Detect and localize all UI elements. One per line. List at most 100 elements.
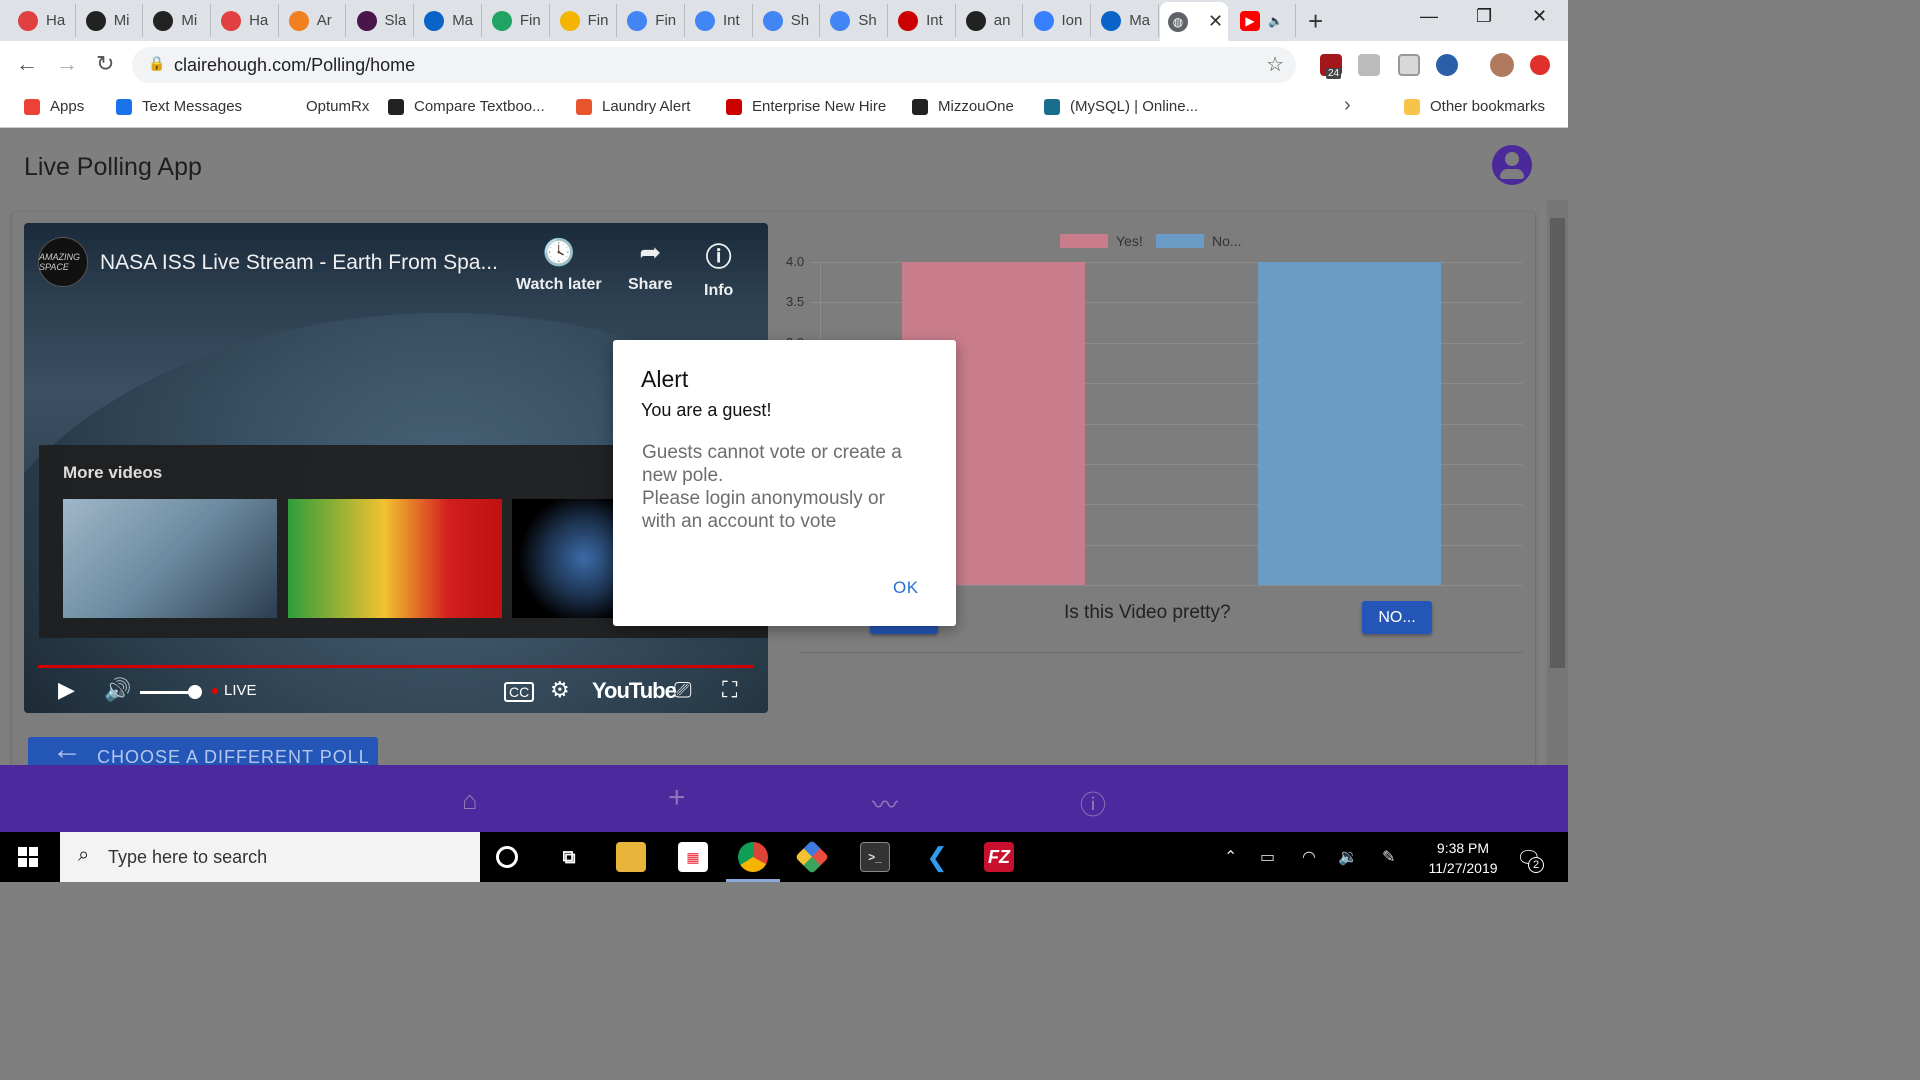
speaker-icon[interactable]: 🔉 <box>1338 847 1358 867</box>
tab-label: Sh <box>790 12 810 29</box>
update-icon[interactable] <box>1530 55 1550 75</box>
taskbar-search[interactable]: ⌕ Type here to search <box>60 832 480 882</box>
url-text[interactable]: clairehough.com/Polling/home <box>174 55 415 76</box>
video-thumbnail[interactable] <box>63 499 277 618</box>
windows-start-icon[interactable] <box>18 847 38 867</box>
browser-tab[interactable]: Sh <box>755 4 821 37</box>
home-icon[interactable]: ⌂ <box>462 785 478 816</box>
chevron-right-icon[interactable]: › <box>1344 94 1351 117</box>
bookmark-item[interactable]: Laundry Alert <box>576 98 690 115</box>
browser-tab[interactable]: Ma <box>416 4 482 37</box>
tab-youtube[interactable]: ▶ 🔈 <box>1232 4 1296 37</box>
back-icon[interactable]: ← <box>16 51 38 77</box>
add-icon[interactable]: + <box>668 781 686 815</box>
chevron-up-icon[interactable]: ⌃ <box>1224 847 1237 867</box>
browser-tab[interactable]: Ha <box>213 4 279 37</box>
browser-tab[interactable]: Fin <box>484 4 550 37</box>
bookmark-star-icon[interactable]: ☆ <box>1266 52 1284 77</box>
legend-item-no[interactable]: No... <box>1156 233 1242 249</box>
extension-puzzle-icon[interactable] <box>1358 54 1380 76</box>
file-explorer-icon[interactable] <box>616 842 646 872</box>
browser-tab[interactable]: Ha <box>10 4 76 37</box>
volume-icon[interactable]: 🔊 <box>104 677 131 703</box>
address-bar[interactable]: 🔒 clairehough.com/Polling/home ☆ <box>132 47 1296 83</box>
legend-swatch <box>1060 234 1108 248</box>
cortana-icon[interactable] <box>496 846 518 868</box>
share-button[interactable]: ➦ Share <box>628 237 672 294</box>
browser-tab[interactable]: Sla <box>349 4 415 37</box>
bookmark-item[interactable]: Enterprise New Hire <box>726 98 886 115</box>
youtube-logo[interactable]: YouTube <box>592 678 677 704</box>
wifi-icon[interactable]: ◠ <box>1302 847 1316 867</box>
browser-tab[interactable]: Int <box>890 4 956 37</box>
browser-tab[interactable]: Ma <box>1093 4 1159 37</box>
audio-playing-icon: 🔈 <box>1268 13 1283 28</box>
channel-logo[interactable]: AMAZING SPACE <box>38 237 88 287</box>
browser-tab[interactable]: Ar <box>281 4 347 37</box>
live-indicator[interactable]: LIVE <box>212 682 257 699</box>
video-thumbnail[interactable] <box>288 499 502 618</box>
new-tab-button[interactable]: + <box>1308 6 1323 37</box>
bookmark-item[interactable]: Apps <box>24 98 84 115</box>
chrome-icon[interactable] <box>738 842 768 872</box>
bookmark-label: OptumRx <box>306 98 370 115</box>
browser-tab[interactable]: an <box>958 4 1024 37</box>
watch-later-button[interactable]: 🕓 Watch later <box>516 237 602 294</box>
browser-tab[interactable]: Mi <box>78 4 144 37</box>
taskbar-clock[interactable]: 9:38 PM 11/27/2019 <box>1418 838 1508 878</box>
fullscreen-icon[interactable]: ⛶ <box>722 677 737 703</box>
filezilla-icon[interactable]: FZ <box>984 842 1014 872</box>
bookmark-other[interactable]: Other bookmarks <box>1404 98 1545 115</box>
browser-tab[interactable]: Ion <box>1026 4 1092 37</box>
scrollbar-thumb[interactable] <box>1550 218 1565 668</box>
chart-bar[interactable] <box>1257 262 1441 585</box>
git-kraken-icon[interactable] <box>795 840 829 874</box>
reload-icon[interactable]: ↻ <box>96 51 114 77</box>
browser-tab[interactable]: Mi <box>145 4 212 37</box>
close-tab-icon[interactable]: ✕ <box>1208 11 1223 32</box>
bookmark-item[interactable]: (MySQL) | Online... <box>1044 98 1198 115</box>
browser-tab[interactable]: Fin <box>552 4 618 37</box>
browser-tab[interactable]: Sh <box>822 4 889 37</box>
volume-knob[interactable] <box>188 685 202 699</box>
no-button[interactable]: NO... <box>1362 601 1432 634</box>
restore-icon[interactable]: ❐ <box>1476 6 1492 27</box>
extension-cast-icon[interactable] <box>1398 54 1420 76</box>
pen-icon[interactable]: ✎ <box>1382 847 1395 867</box>
minimize-icon[interactable]: — <box>1420 6 1438 27</box>
app-header: Live Polling App <box>0 129 1568 209</box>
close-window-icon[interactable]: ✕ <box>1532 6 1547 27</box>
info-icon[interactable]: ⓘ <box>1080 785 1106 822</box>
bookmark-item[interactable]: Text Messages <box>116 98 242 115</box>
bookmark-favicon-icon <box>912 98 928 115</box>
account-avatar-icon[interactable] <box>1492 145 1532 185</box>
profile-avatar-icon[interactable] <box>1490 53 1514 77</box>
terminal-icon[interactable]: >_ <box>860 842 890 872</box>
forward-icon[interactable]: → <box>56 51 78 77</box>
settings-gear-icon[interactable]: ⚙ <box>550 677 570 703</box>
captions-icon[interactable]: CC <box>504 682 535 702</box>
tab-active[interactable]: ◍ ✕ <box>1160 2 1228 41</box>
vscode-icon[interactable]: ❮ <box>922 842 952 872</box>
bookmark-label: MizzouOne <box>938 98 1014 115</box>
activity-icon[interactable]: 〰 <box>872 785 898 822</box>
browser-tab[interactable]: Int <box>687 4 753 37</box>
info-button[interactable]: ⓘ Info <box>704 237 733 300</box>
video-title[interactable]: NASA ISS Live Stream - Earth From Spa... <box>100 251 498 275</box>
browser-tab[interactable]: Fin <box>619 4 685 37</box>
task-view-icon[interactable]: ⧉ <box>554 842 584 872</box>
video-progress-bar[interactable] <box>38 665 754 668</box>
legend-swatch <box>1156 234 1204 248</box>
bookmark-item[interactable]: MizzouOne <box>912 98 1014 115</box>
extension-p-icon[interactable] <box>1436 54 1458 76</box>
scrollbar[interactable] <box>1547 200 1568 766</box>
store-icon[interactable]: ▦ <box>678 842 708 872</box>
legend-item-yes[interactable]: Yes! <box>1060 233 1143 249</box>
bookmark-item[interactable]: Compare Textboo... <box>388 98 545 115</box>
ok-button[interactable]: OK <box>893 578 919 598</box>
play-icon[interactable]: ▶ <box>58 677 75 703</box>
cast-icon[interactable]: ⎚ <box>674 677 692 703</box>
bookmark-item[interactable]: OptumRx <box>296 98 369 115</box>
battery-icon[interactable]: ▭ <box>1260 847 1275 867</box>
choose-poll-button[interactable]: ← CHOOSE A DIFFERENT POLL <box>28 737 378 765</box>
